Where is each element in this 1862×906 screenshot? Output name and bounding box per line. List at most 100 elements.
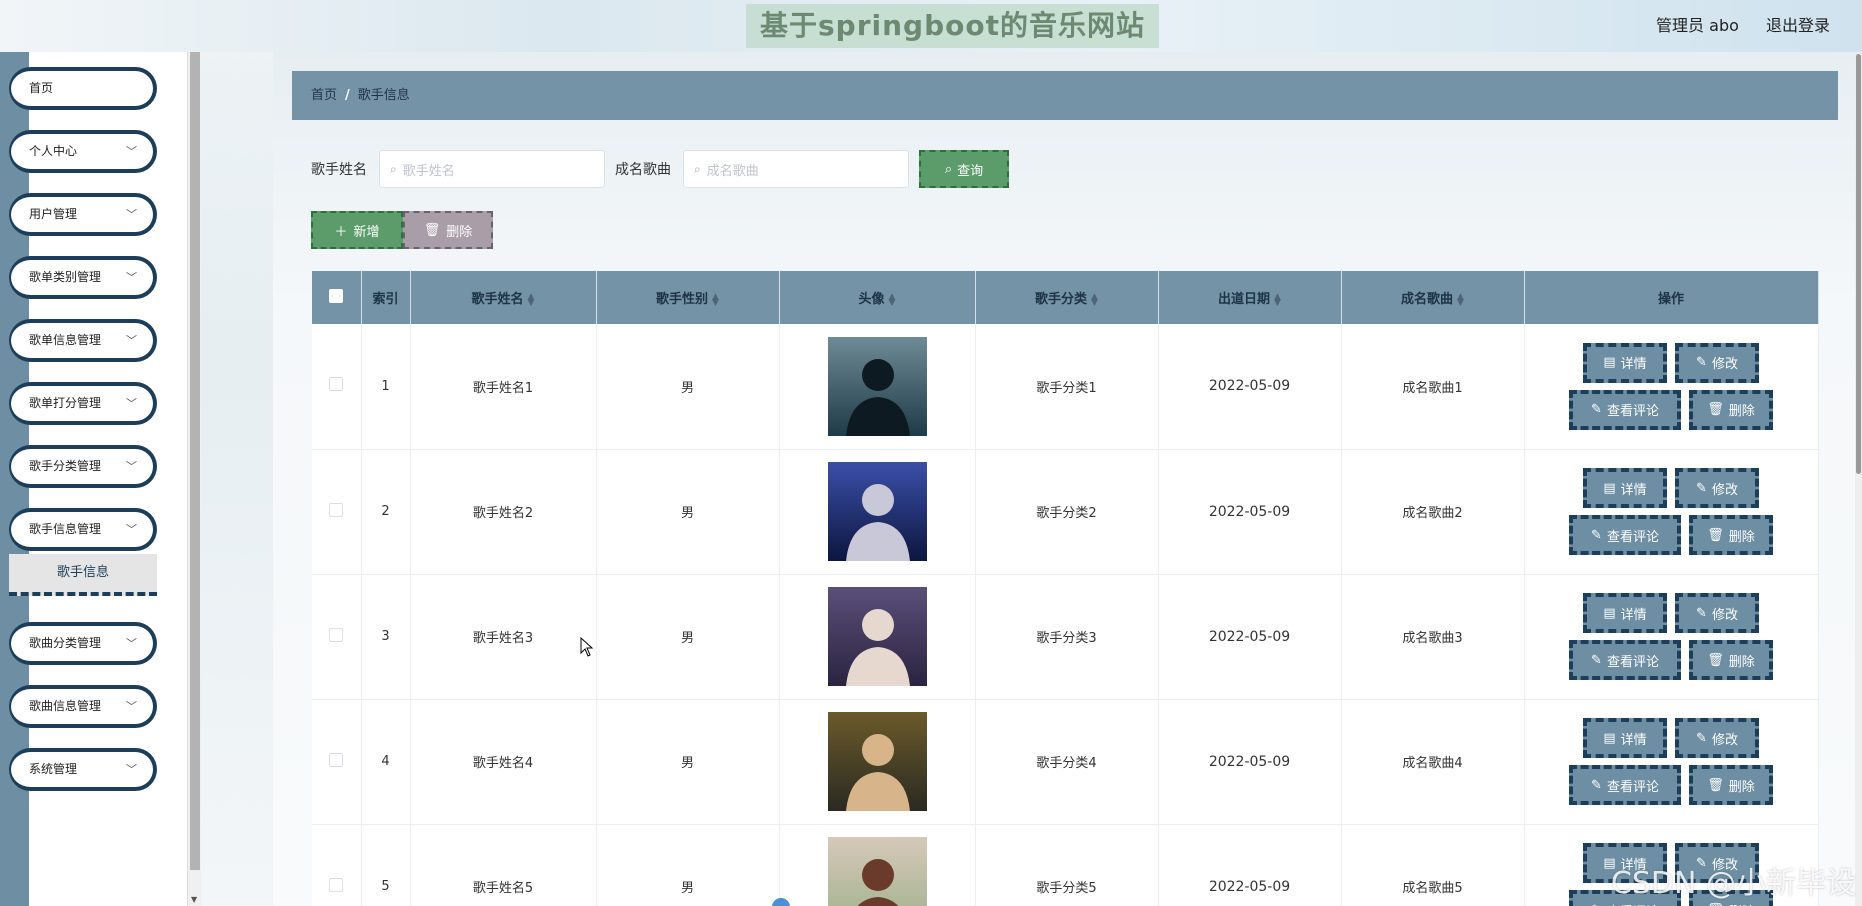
detail-button[interactable]: ▤ 详情: [1583, 593, 1667, 633]
sort-icon[interactable]: ▲ ▼: [1274, 292, 1281, 307]
cell-category: 歌手分类1: [975, 324, 1159, 449]
header-gender-label: 歌手性别: [656, 292, 709, 307]
page-scroll-thumb[interactable]: [1856, 54, 1861, 474]
breadcrumb-home[interactable]: 首页: [311, 88, 337, 103]
pencil-icon: ✎: [1591, 402, 1602, 418]
detail-button[interactable]: ▤ 详情: [1583, 342, 1667, 383]
edit-button[interactable]: ✎ 修改: [1675, 468, 1759, 508]
submenu-item-singer-info[interactable]: 歌手信息: [9, 554, 157, 596]
cell-gender: 男: [596, 699, 780, 824]
trash-icon: 🗑: [423, 222, 441, 238]
pencil-icon: ✎: [1591, 903, 1602, 906]
scroll-down-arrow-icon[interactable]: ▼: [191, 895, 197, 904]
query-button-label: 查询: [957, 163, 984, 179]
sidebar-item[interactable]: 歌单类别管理 ﹀: [9, 256, 157, 299]
header-name[interactable]: 歌手姓名 ▲ ▼: [410, 271, 597, 324]
row-checkbox[interactable]: [329, 502, 344, 517]
singer-name-input[interactable]: ⌕ 歌手姓名: [379, 150, 605, 188]
header-debut-date-label: 出道日期: [1218, 292, 1271, 307]
detail-button[interactable]: ▤ 详情: [1583, 718, 1667, 758]
batch-delete-button[interactable]: 🗑 删除: [403, 211, 493, 249]
cell-avatar: [779, 324, 976, 449]
sidebar-item[interactable]: 首页: [9, 67, 157, 110]
sidebar-item[interactable]: 歌曲信息管理 ﹀: [9, 685, 157, 728]
edit-button[interactable]: ✎ 修改: [1675, 342, 1759, 383]
cell-debut-date: 2022-05-09: [1158, 574, 1342, 699]
select-all-cell: [312, 271, 362, 324]
header-category[interactable]: 歌手分类 ▲ ▼: [975, 271, 1159, 324]
plus-icon: ＋: [334, 224, 348, 240]
header-avatar[interactable]: 头像 ▲ ▼: [779, 271, 976, 324]
row-delete-button[interactable]: 🗑删除: [1689, 389, 1773, 430]
header-debut-date[interactable]: 出道日期 ▲ ▼: [1158, 271, 1342, 324]
trash-icon: 🗑: [1707, 527, 1724, 543]
sidebar-scrollbar[interactable]: ▼: [187, 52, 201, 906]
cell-index: 4: [361, 699, 411, 824]
sidebar-item[interactable]: 用户管理 ﹀: [9, 193, 157, 236]
trash-icon: 🗑: [1707, 652, 1724, 668]
cell-category: 歌手分类3: [975, 574, 1159, 699]
sort-icon[interactable]: ▲ ▼: [1091, 292, 1098, 307]
search-icon: ⌕: [944, 161, 953, 177]
sidebar-item[interactable]: 个人中心 ﹀: [9, 130, 157, 173]
view-comments-button[interactable]: ✎查看评论: [1569, 515, 1681, 555]
add-button[interactable]: ＋ 新增: [311, 211, 403, 249]
sidebar-item-label: 歌曲信息管理: [29, 699, 102, 713]
sidebar-item[interactable]: 歌手分类管理 ﹀: [9, 445, 157, 488]
site-title: 基于springboot的音乐网站: [746, 4, 1159, 48]
sidebar-item[interactable]: 歌手信息管理 ﹀: [9, 508, 157, 551]
cell-famous-song: 成名歌曲3: [1341, 574, 1525, 699]
sidebar-scroll-thumb[interactable]: [190, 52, 200, 870]
edit-button-label: 修改: [1711, 482, 1738, 498]
view-comments-button[interactable]: ✎查看评论: [1569, 640, 1681, 680]
select-all-checkbox[interactable]: [329, 288, 344, 303]
trash-icon: 🗑: [1707, 777, 1724, 793]
sidebar-item[interactable]: 系统管理 ﹀: [9, 748, 157, 791]
sidebar-item[interactable]: 歌曲分类管理 ﹀: [9, 622, 157, 665]
row-checkbox[interactable]: [329, 627, 344, 642]
row-delete-button[interactable]: 🗑删除: [1689, 640, 1773, 680]
view-comments-button[interactable]: ✎查看评论: [1569, 389, 1681, 430]
header-gender[interactable]: 歌手性别 ▲ ▼: [596, 271, 780, 324]
cell-operations: ▤详情✎修改 ✎查看评论🗑删除: [1524, 699, 1819, 824]
sidebar-item-label: 歌手信息管理: [29, 522, 102, 536]
edit-button-label: 修改: [1711, 607, 1738, 623]
row-select-cell: [312, 699, 362, 824]
sort-icon[interactable]: ▲ ▼: [889, 292, 896, 307]
famous-song-input[interactable]: ⌕ 成名歌曲: [683, 150, 909, 188]
sidebar-item-label: 歌手分类管理: [29, 459, 102, 473]
table-row: 3 歌手姓名3 男歌手分类3 2022-05-09 成名歌曲3 ▤ 详情 ✎ 修改 ✎ 查看评论 🗑 删…: [312, 574, 1819, 699]
sidebar-item[interactable]: 歌单信息管理 ﹀: [9, 319, 157, 362]
edit-button[interactable]: ✎ 修改: [1675, 718, 1759, 758]
row-delete-button[interactable]: 🗑删除: [1689, 515, 1773, 555]
logout-link[interactable]: 退出登录: [1766, 16, 1830, 35]
view-comments-label: 查看评论: [1606, 529, 1659, 545]
view-comments-button[interactable]: ✎查看评论: [1569, 765, 1681, 805]
chevron-down-icon: ﹀: [126, 700, 137, 713]
edit-button[interactable]: ✎ 修改: [1675, 593, 1759, 633]
sidebar-item[interactable]: 歌单打分管理 ﹀: [9, 382, 157, 425]
row-checkbox[interactable]: [329, 877, 344, 892]
famous-song-placeholder: 成名歌曲: [706, 163, 759, 179]
sort-icon[interactable]: ▲ ▼: [1457, 292, 1464, 307]
cell-name: 歌手姓名4: [410, 699, 597, 824]
query-button[interactable]: ⌕ 查询: [919, 150, 1009, 188]
header-famous-song[interactable]: 成名歌曲 ▲ ▼: [1341, 271, 1525, 324]
view-comments-label: 查看评论: [1606, 404, 1659, 420]
sort-icon[interactable]: ▲ ▼: [528, 292, 535, 307]
breadcrumb: 首页 / 歌手信息: [292, 71, 1838, 120]
sort-icon[interactable]: ▲ ▼: [712, 292, 719, 307]
detail-button[interactable]: ▤ 详情: [1583, 468, 1667, 508]
page-scrollbar[interactable]: [1855, 52, 1862, 906]
top-header: 基于springboot的音乐网站 管理员 abo 退出登录: [0, 0, 1862, 52]
cell-avatar: [779, 449, 976, 574]
cell-avatar: [779, 574, 976, 699]
cell-name: 歌手姓名3: [410, 574, 597, 699]
cell-famous-song: 成名歌曲1: [1341, 324, 1525, 449]
row-checkbox[interactable]: [329, 377, 344, 392]
row-delete-button[interactable]: 🗑删除: [1689, 765, 1773, 805]
row-checkbox[interactable]: [329, 752, 344, 767]
trash-icon: 🗑: [1707, 402, 1724, 418]
header-famous-song-label: 成名歌曲: [1401, 292, 1454, 307]
singer-avatar-image: [827, 837, 927, 906]
